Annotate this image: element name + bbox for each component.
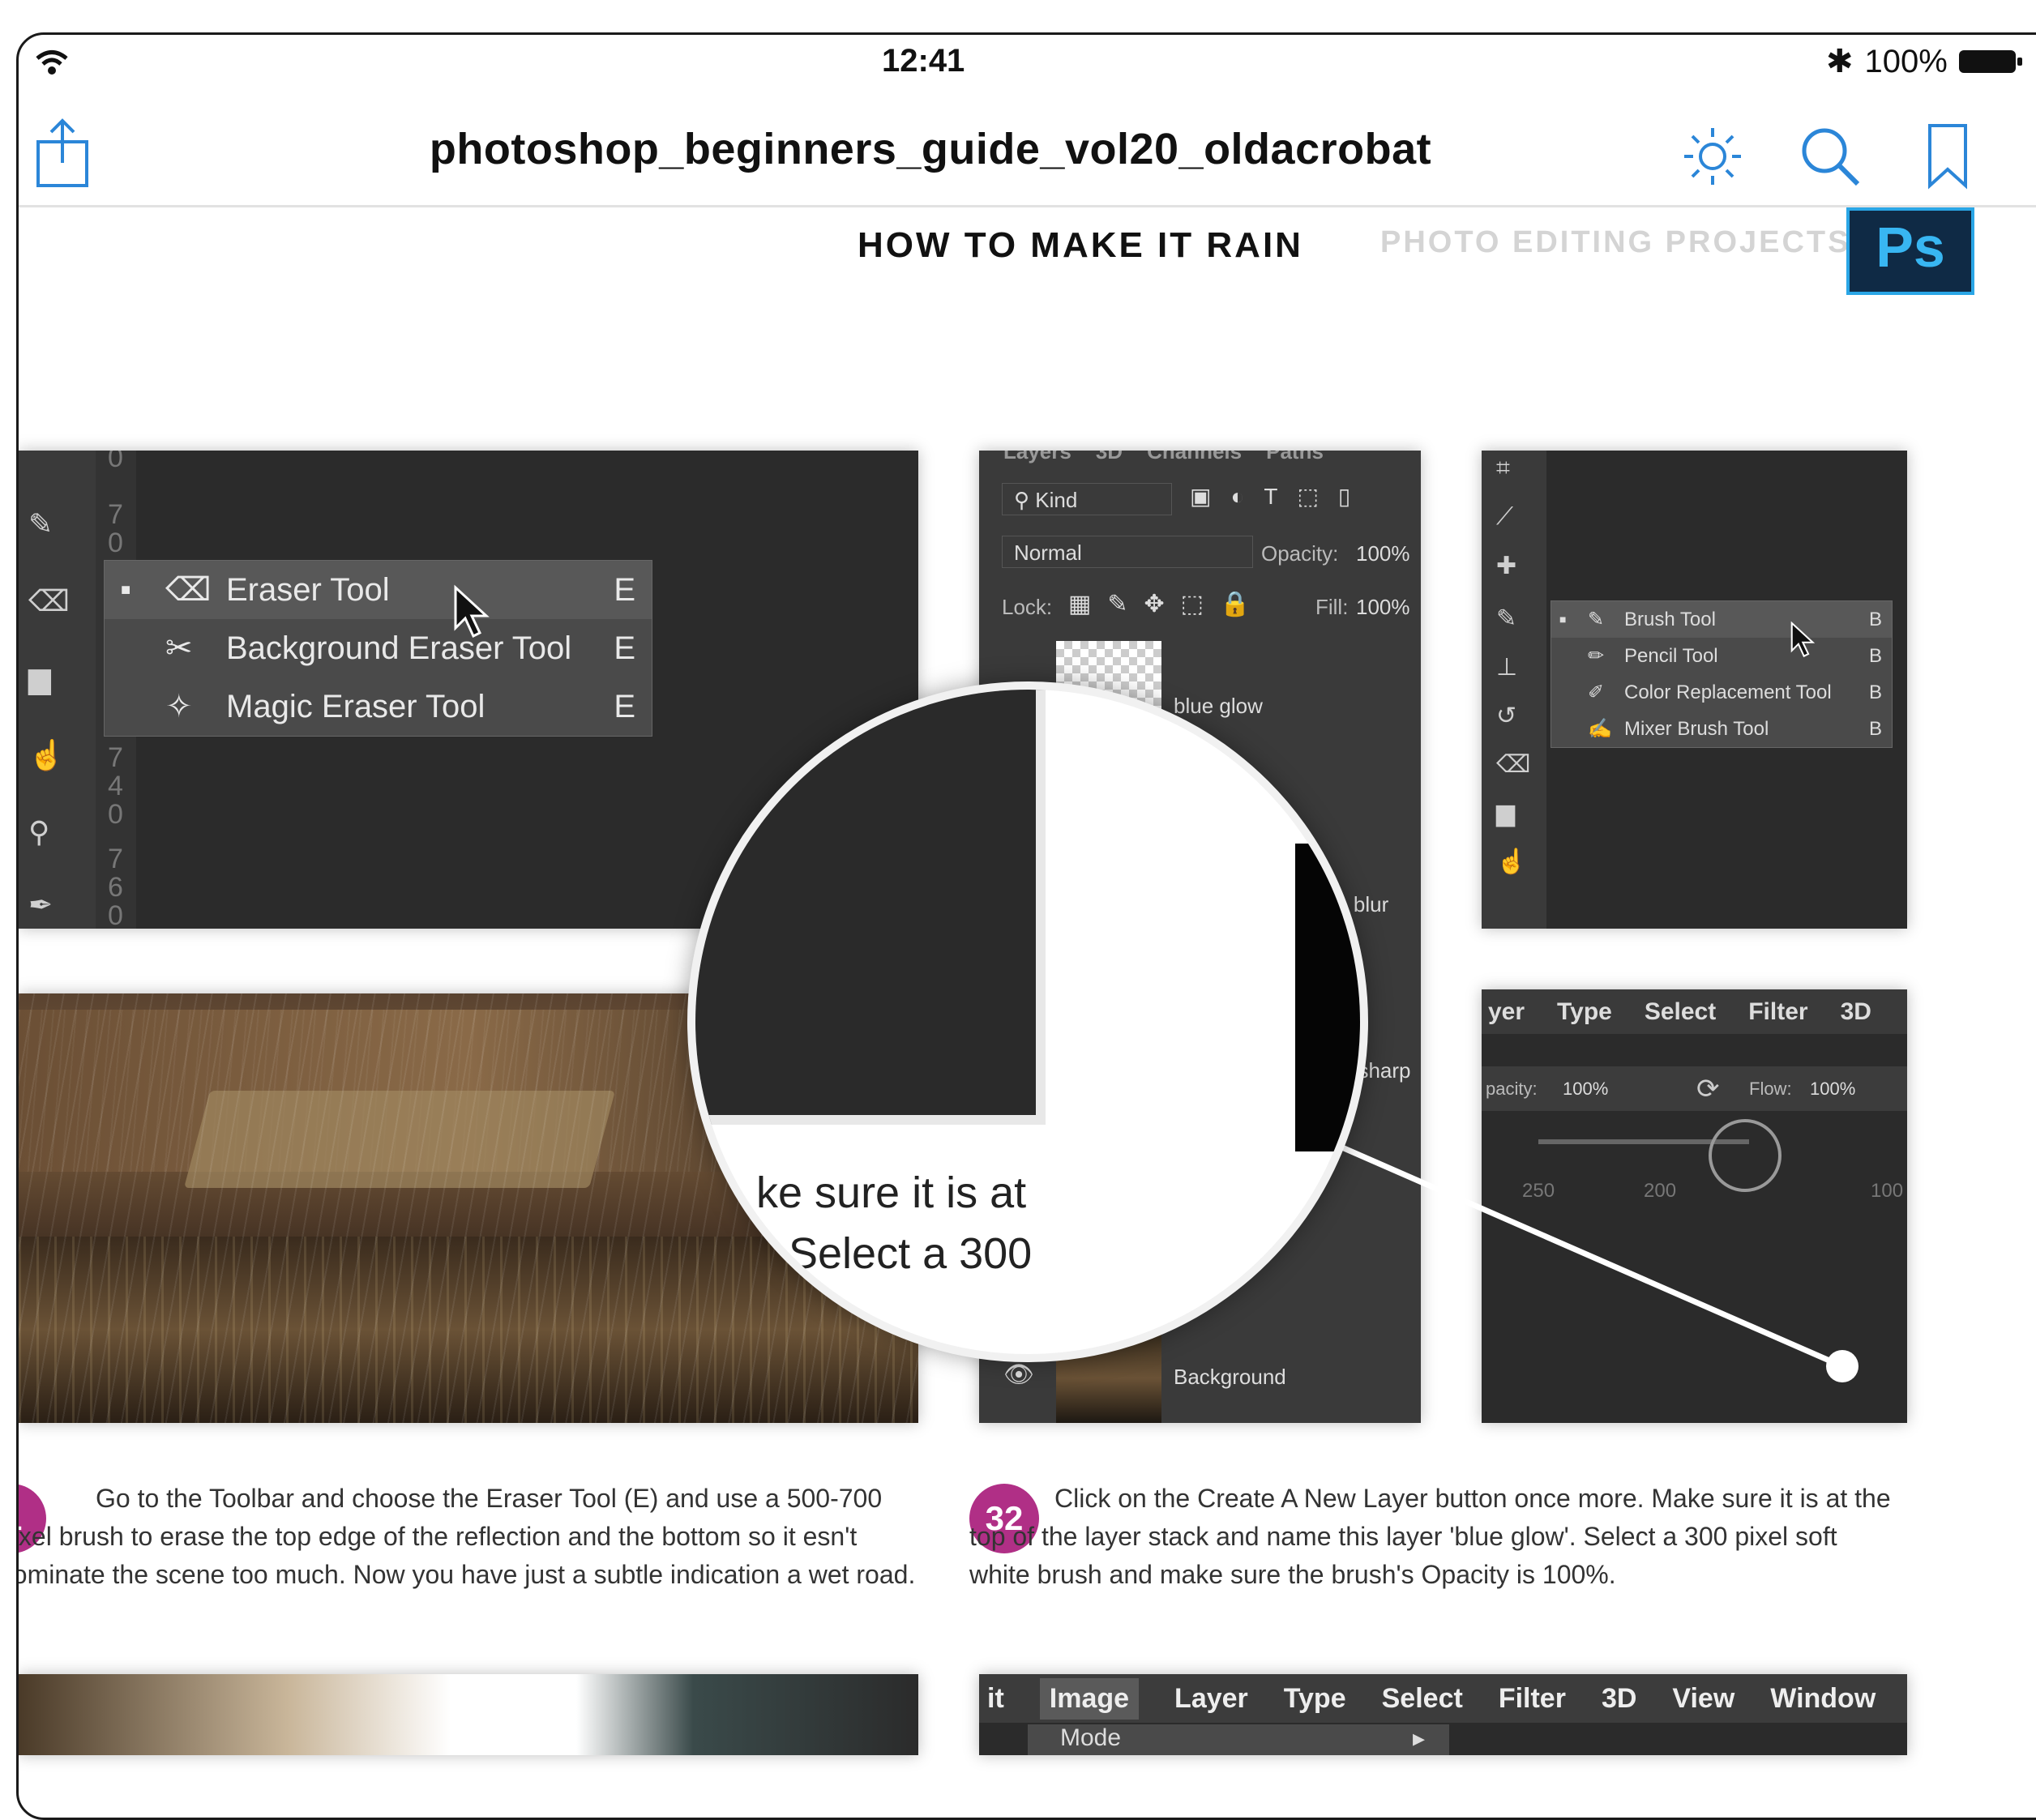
status-right: ✱ 100%: [1826, 43, 2022, 80]
step-32-caption: Click on the Create A New Layer button o…: [969, 1484, 1891, 1589]
ipad-frame: 12:41 ✱ 100% photoshop_beginners_guide_v…: [16, 32, 2036, 1820]
battery-percent: 100%: [1864, 43, 1948, 79]
magnified-canvas: [695, 690, 1046, 1125]
menu-image[interactable]: Image: [1039, 1677, 1140, 1720]
menu-edit[interactable]: it: [987, 1683, 1004, 1715]
magnified-panel-edge: [1295, 844, 1360, 1151]
bluetooth-icon: ✱: [1826, 44, 1854, 79]
step-31-caption: Go to the Toolbar and choose the Eraser …: [16, 1484, 916, 1589]
bottom-left-photo: [19, 1674, 918, 1755]
bookmark-icon[interactable]: [1923, 122, 1972, 190]
menu-item-label: Mode: [1060, 1724, 1122, 1751]
document-title: photoshop_beginners_guide_vol20_oldacrob…: [429, 125, 1432, 173]
clock: 12:41: [882, 43, 965, 79]
search-icon[interactable]: [1798, 124, 1863, 189]
magnified-text-line: ke sure it is at: [756, 1168, 1027, 1217]
brightness-icon[interactable]: [1680, 124, 1745, 189]
pdf-page: HOW TO MAKE IT RAIN PHOTO EDITING PROJEC…: [16, 207, 2036, 1755]
wifi-icon: [36, 50, 68, 75]
menu-bar: it Image Layer Type Select Filter 3D Vie…: [979, 1674, 1907, 1723]
document-toolbar: photoshop_beginners_guide_vol20_oldacrob…: [19, 100, 2036, 207]
menu-window[interactable]: Window: [1770, 1683, 1876, 1715]
magnified-text-line: Select a 300: [789, 1229, 1033, 1278]
menu-filter[interactable]: Filter: [1499, 1683, 1566, 1715]
menu-view[interactable]: View: [1672, 1683, 1734, 1715]
menu-type[interactable]: Type: [1284, 1683, 1346, 1715]
menu-select[interactable]: Select: [1382, 1683, 1463, 1715]
battery-icon: [1958, 50, 2022, 73]
image-menu-screenshot: it Image Layer Type Select Filter 3D Vie…: [979, 1674, 1907, 1755]
menu-3d[interactable]: 3D: [1602, 1683, 1636, 1715]
status-bar: 12:41 ✱ 100%: [19, 35, 2036, 100]
submenu-arrow-icon: ▸: [1412, 1725, 1425, 1752]
menu-item-mode[interactable]: Mode ▸: [1028, 1724, 1449, 1755]
menu-layer[interactable]: Layer: [1174, 1683, 1248, 1715]
magnifier-callout: ke sure it is at Select a 300: [687, 681, 1368, 1362]
